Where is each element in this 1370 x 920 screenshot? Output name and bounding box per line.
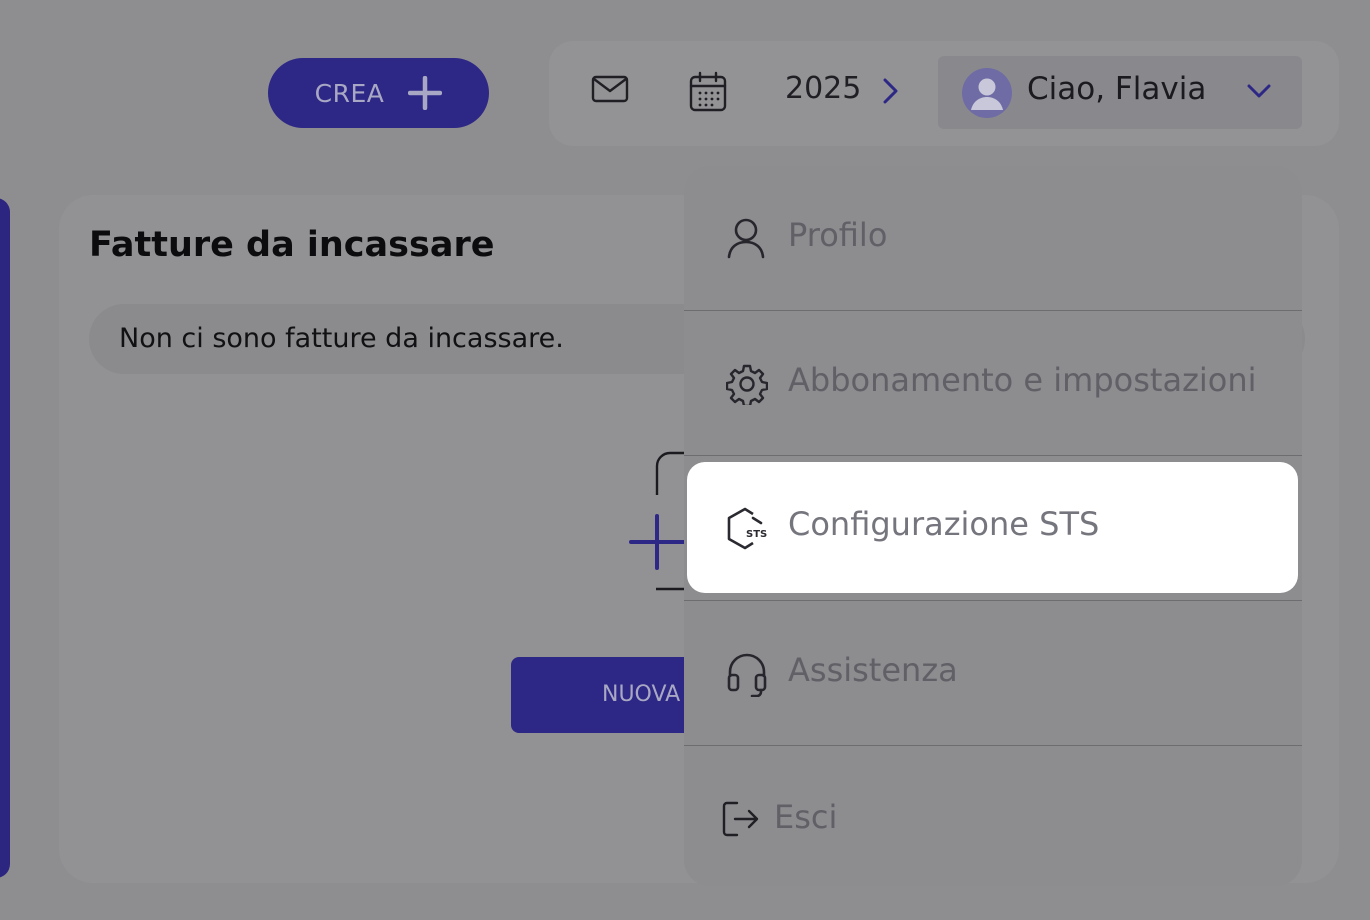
headset-icon	[726, 651, 768, 697]
divider	[684, 455, 1302, 456]
gear-icon	[726, 363, 768, 405]
top-bar: 2025 Ciao, Flavia	[549, 41, 1339, 146]
calendar-icon[interactable]	[689, 71, 727, 117]
mail-icon[interactable]	[591, 74, 629, 108]
user-menu-toggle[interactable]: Ciao, Flavia	[938, 56, 1302, 129]
logout-icon	[722, 800, 760, 838]
menu-item-label: Esci	[774, 798, 838, 836]
card-title: Fatture da incassare	[89, 225, 495, 265]
chevron-right-icon[interactable]	[882, 77, 900, 109]
user-greeting: Ciao, Flavia	[1027, 71, 1207, 107]
menu-item-profile[interactable]: Profilo	[684, 166, 1302, 311]
sts-icon: STS	[725, 506, 771, 552]
menu-item-label: Abbonamento e impostazioni	[788, 361, 1257, 399]
avatar	[962, 68, 1012, 118]
plus-icon	[408, 76, 443, 110]
menu-item-label: Configurazione STS	[788, 505, 1100, 543]
year-label: 2025	[785, 71, 862, 106]
create-button-label: CREA	[314, 78, 385, 108]
menu-item-support[interactable]: Assistenza	[684, 601, 1302, 746]
menu-item-logout[interactable]: Esci	[684, 746, 1302, 891]
sidebar-edge	[0, 198, 10, 878]
add-document-illustration	[629, 450, 690, 599]
menu-item-subscription-settings[interactable]: Abbonamento e impostazioni	[684, 311, 1302, 456]
create-button[interactable]: CREA	[268, 58, 489, 128]
menu-item-sts-configuration[interactable]: STS Configurazione STS	[687, 462, 1298, 593]
menu-item-label: Profilo	[788, 216, 888, 254]
svg-text:STS: STS	[746, 529, 767, 540]
user-dropdown-menu: Profilo Abbonamento e impostazioni STS C…	[684, 166, 1302, 886]
menu-item-label: Assistenza	[788, 651, 958, 689]
user-icon	[726, 217, 766, 259]
chevron-down-icon	[1246, 82, 1272, 104]
